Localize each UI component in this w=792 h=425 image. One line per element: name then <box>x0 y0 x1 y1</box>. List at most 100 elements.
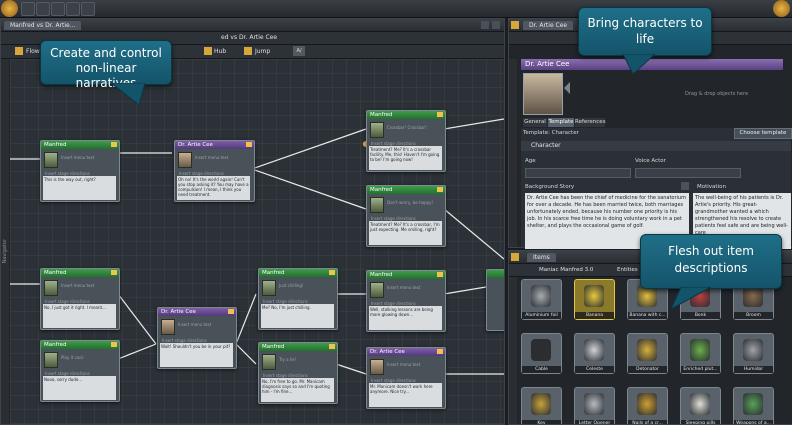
item-name: Broom <box>734 312 773 319</box>
dialogue-node[interactable]: Manfred Crossbar! Crossbar! Insert stage… <box>366 110 446 172</box>
user-badge-icon[interactable] <box>773 0 790 17</box>
template-title: Dr. Artie Cee <box>525 60 570 68</box>
section-title: Character <box>531 142 561 149</box>
property-sidebar[interactable] <box>509 59 517 247</box>
flag-icon <box>329 344 335 349</box>
edit-icon[interactable] <box>681 182 689 190</box>
flow-window-tabbar: Manfred vs Dr. Artie... <box>1 19 504 32</box>
node-text: Nooo, sorry dude... <box>43 376 116 400</box>
item-name: Banana with c... <box>628 312 667 319</box>
item-name: Weapons of a... <box>734 420 773 424</box>
app-logo-icon[interactable] <box>1 0 18 17</box>
callout-narratives: Create and control non-linear narratives <box>40 40 172 105</box>
item-tile[interactable]: Banana <box>574 279 615 320</box>
template-content: Template: Character Choose template Char… <box>521 128 792 249</box>
connection <box>443 208 504 260</box>
redo-icon[interactable] <box>51 2 65 16</box>
node-speaker: Dr. Artie Cee <box>175 141 254 149</box>
template-label: Template: Character <box>523 130 579 136</box>
item-name: Letter Opener <box>575 420 614 424</box>
flag-icon <box>437 187 443 192</box>
expand-icon[interactable] <box>564 82 570 94</box>
dialogue-node[interactable]: Manfred Just chilling! Insert stage dire… <box>258 268 338 330</box>
template-window-tab[interactable]: Dr. Artie Cee <box>523 21 574 30</box>
connection <box>251 168 367 210</box>
node-text: No, I'm free to go. Mr. Manicam diagnosi… <box>261 378 334 402</box>
cable-icon <box>531 339 551 361</box>
item-name: Celeste <box>575 366 614 373</box>
choose-template-button[interactable]: Choose template <box>734 128 792 139</box>
dialogue-node[interactable]: Manfred Insert menu text Insert stage di… <box>40 140 120 202</box>
node-speaker: Manfred <box>41 269 119 277</box>
items-filter[interactable]: Entities <box>617 265 638 275</box>
foil-icon <box>531 285 551 307</box>
item-tile[interactable]: Aluminium foil <box>521 279 562 320</box>
drop-hint: Drag & drop objects here <box>685 91 749 97</box>
node-speaker: Manfred <box>367 111 445 119</box>
item-tile[interactable]: Detonator <box>627 333 668 374</box>
tab-template[interactable]: Template <box>548 118 574 127</box>
tab-references[interactable]: References <box>575 118 606 127</box>
item-tile[interactable]: Nails of a cr... <box>627 387 668 424</box>
avatar[interactable] <box>523 73 563 115</box>
jump-button[interactable]: Jump <box>255 47 270 56</box>
maximize-icon[interactable] <box>481 21 489 29</box>
flag-icon <box>111 142 117 147</box>
node-speaker: Dr. Artie Cee <box>158 308 236 316</box>
dialogue-node[interactable]: Manfred Try a lie! Insert stage directio… <box>258 342 338 404</box>
dialogue-node[interactable]: Manfred Play it cool. Insert stage direc… <box>40 340 120 402</box>
close-icon[interactable] <box>492 21 500 29</box>
avatar <box>262 280 276 296</box>
navigator-sidebar[interactable]: Navigator <box>1 59 9 424</box>
help-icon[interactable] <box>81 2 95 16</box>
node-header <box>487 270 504 278</box>
weapon-icon <box>743 393 763 415</box>
connection <box>235 293 257 345</box>
item-grid: Aluminium foil Banana Banana with c... Bonk… <box>521 279 792 424</box>
zoom-button[interactable]: A/ <box>293 46 305 56</box>
detonator-icon <box>637 339 657 361</box>
item-tile[interactable]: Sleeping pills <box>680 387 721 424</box>
item-tile[interactable]: Humidor <box>733 333 774 374</box>
flow-sub-tab[interactable]: ed vs Dr. Artie Cee <box>221 33 277 43</box>
age-field[interactable] <box>525 168 631 178</box>
dialogue-node[interactable]: Manfred Don't worry, be happy! Insert st… <box>366 185 446 247</box>
items-path[interactable]: Maniac Manfred 3.0 <box>539 265 593 275</box>
item-name: Bonk <box>681 312 720 319</box>
connection <box>251 128 367 170</box>
connection <box>335 363 367 375</box>
dialogue-node[interactable]: Dr. Artie Cee Insert menu text Insert st… <box>366 347 446 409</box>
item-tile[interactable]: Celeste <box>574 333 615 374</box>
settings-icon[interactable] <box>66 2 80 16</box>
node-menu-text: Try a lie! <box>279 357 297 362</box>
folder-icon <box>15 47 23 55</box>
save-icon[interactable] <box>21 2 35 16</box>
node-menu-text: Insert menu text <box>178 322 212 327</box>
item-tile[interactable]: Key <box>521 387 562 424</box>
hub-button[interactable]: Hub <box>214 47 226 56</box>
dialogue-node[interactable]: Dr. Artie Cee Insert menu text Insert st… <box>157 307 237 369</box>
dialogue-node[interactable]: Manfred Insert menu text Insert stage di… <box>366 270 446 332</box>
flag-icon <box>329 270 335 275</box>
dialogue-node[interactable]: Dr. Artie Cee Insert menu text Insert st… <box>174 140 255 202</box>
item-tile[interactable]: Weapons of a... <box>733 387 774 424</box>
section-header[interactable]: Character <box>521 141 791 151</box>
tab-general[interactable]: General <box>523 118 547 127</box>
items-window-tab[interactable]: Items <box>527 253 556 262</box>
dialogue-node[interactable]: Manfred Insert menu text Insert stage di… <box>40 268 120 330</box>
item-tile[interactable]: Enriched plut... <box>680 333 721 374</box>
voice-actor-field[interactable] <box>635 168 741 178</box>
celeste-icon <box>584 339 604 361</box>
letter-opener-icon <box>584 393 604 415</box>
navigator-label: Navigator <box>2 239 8 264</box>
node-text: Me? No, I'm just chilling. <box>261 304 334 328</box>
node-speaker: Manfred <box>367 271 445 279</box>
undo-icon[interactable] <box>36 2 50 16</box>
flow-canvas[interactable]: Manfred Insert menu text Insert stage di… <box>10 59 504 424</box>
item-tile[interactable]: Letter Opener <box>574 387 615 424</box>
humidor-icon <box>743 339 763 361</box>
flow-window-tab[interactable]: Manfred vs Dr. Artie... <box>4 21 82 30</box>
item-tile[interactable]: Cable <box>521 333 562 374</box>
items-sidebar[interactable] <box>509 277 517 424</box>
dialogue-node[interactable] <box>486 269 504 331</box>
